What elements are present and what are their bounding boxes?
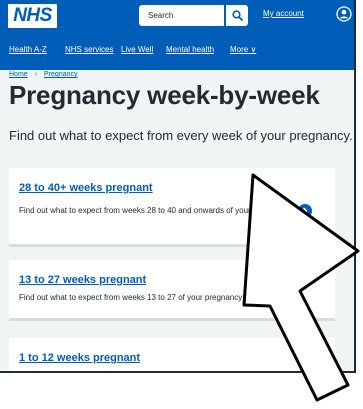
nav-mental-health[interactable]: Mental health (166, 45, 214, 54)
primary-nav: Health A-Z NHS services Live Well Mental… (0, 38, 354, 64)
user-circle-icon[interactable] (336, 6, 352, 22)
my-account-link[interactable]: My account (263, 9, 304, 18)
card-description: Find out what to expect from weeks 28 to… (19, 206, 291, 215)
search-icon (232, 10, 243, 21)
breadcrumb-pregnancy[interactable]: Pregnancy (44, 71, 77, 78)
breadcrumb-separator: › (34, 71, 38, 78)
card-28-to-40-weeks[interactable]: 28 to 40+ weeks pregnant Find out what t… (9, 168, 335, 247)
breadcrumb-home[interactable]: Home (9, 71, 28, 78)
card-title-link[interactable]: 13 to 27 weeks pregnant (19, 274, 146, 286)
card-title-link[interactable]: 1 to 12 weeks pregnant (19, 352, 140, 364)
card-description: Find out what to expect from weeks 13 to… (19, 293, 243, 302)
browser-viewport: NHS My account Health A-Z NHS services L… (0, 0, 356, 373)
nhs-logo-text: NHS (13, 5, 52, 26)
card-1-to-12-weeks[interactable]: 1 to 12 weeks pregnant (9, 338, 335, 371)
card-title-link[interactable]: 28 to 40+ weeks pregnant (19, 182, 153, 194)
nav-nhs-services[interactable]: NHS services (65, 45, 113, 54)
card-13-to-27-weeks[interactable]: 13 to 27 weeks pregnant Find out what to… (9, 260, 335, 321)
search-box[interactable] (139, 5, 224, 26)
page-lede: Find out what to expect from every week … (9, 128, 353, 143)
breadcrumb: Home › Pregnancy (9, 71, 78, 78)
nhs-logo[interactable]: NHS (8, 4, 57, 28)
search-button[interactable] (226, 5, 248, 26)
nav-health-a-z[interactable]: Health A-Z (9, 45, 47, 54)
nav-live-well[interactable]: Live Well (121, 45, 153, 54)
search-input[interactable] (139, 5, 224, 26)
site-header: NHS My account Health A-Z NHS services L… (0, 0, 354, 70)
nav-more[interactable]: More ∨ (230, 45, 256, 54)
chevron-right-circle-icon (298, 204, 312, 218)
page-title: Pregnancy week-by-week (9, 80, 320, 110)
